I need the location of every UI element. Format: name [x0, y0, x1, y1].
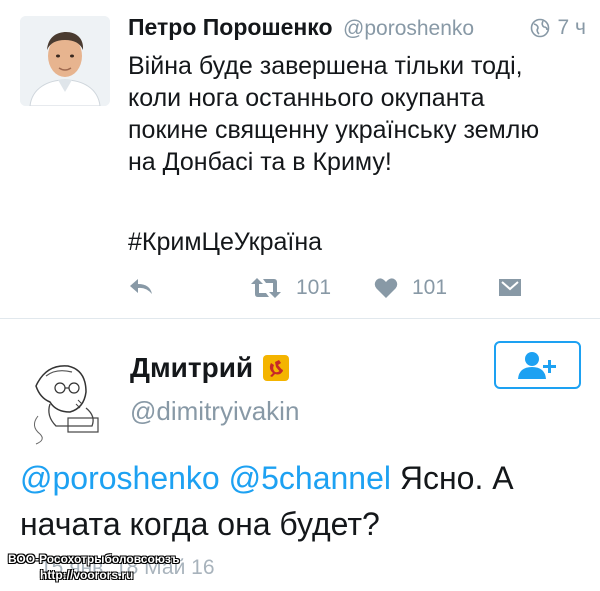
- retweet-button[interactable]: 101: [250, 276, 331, 300]
- tweet-card: Петро Порошенко @poroshenko 7 ч Війна бу…: [0, 0, 600, 318]
- mention-link[interactable]: @5channel: [229, 460, 391, 496]
- follow-icon: [517, 352, 556, 379]
- reply-button[interactable]: [128, 276, 154, 298]
- watermark-line: ВОО-Росохотрыболовсоюзъ: [8, 552, 180, 566]
- reply-author-handle[interactable]: @dimitryivakin: [130, 396, 299, 427]
- retweet-count: 101: [296, 276, 332, 299]
- author-name[interactable]: Петро Порошенко: [128, 14, 333, 40]
- tweet-meta: 7 ч: [530, 16, 586, 40]
- reply-icon: [130, 279, 152, 294]
- reply-author-name-text: Дмитрий: [130, 352, 254, 383]
- avatar-photo: [20, 16, 110, 106]
- retweet-icon: [251, 278, 281, 298]
- author-avatar[interactable]: [20, 16, 110, 106]
- tweet-text-line: на Донбасі та в Криму!: [128, 148, 392, 176]
- like-count: 101: [412, 276, 448, 299]
- direct-message-button[interactable]: [498, 276, 522, 298]
- tweet-text: Війна буде завершена тільки тоді, коли н…: [128, 50, 588, 178]
- heart-icon: [374, 278, 398, 298]
- avatar-sketch: [16, 346, 116, 446]
- tweet-time: 7 ч: [557, 16, 586, 39]
- inbox-icon: [499, 279, 521, 296]
- tweet-text-line: Війна буде завершена тільки тоді,: [128, 52, 523, 80]
- tweet-text-line: покине священну українську землю: [128, 116, 540, 144]
- hammer-sickle-emoji: [263, 355, 290, 381]
- author-handle[interactable]: @poroshenko: [343, 17, 474, 40]
- reply-text-line: @poroshenko @5channel Ясно. А: [20, 455, 590, 501]
- tweet-text-line: коли нога останнього окупанта: [128, 84, 485, 112]
- reply-author-name[interactable]: Дмитрий: [130, 352, 290, 384]
- hashtag-link[interactable]: #КримЦеУкраїна: [128, 226, 322, 258]
- like-button[interactable]: 101: [374, 276, 447, 300]
- reply-text-line: начата когда она будет?: [20, 506, 380, 542]
- hammer-sickle-icon: [270, 360, 284, 377]
- mention-link[interactable]: @poroshenko: [20, 460, 220, 496]
- watermark-url: http://voorors.ru: [40, 568, 134, 582]
- globe-icon: [530, 18, 549, 38]
- tweet-header: Петро Порошенко @poroshenko 7 ч: [128, 14, 586, 46]
- reply-text-fragment: Ясно. А: [399, 460, 514, 496]
- tweet-actions: 101 101: [0, 270, 600, 310]
- reply-text: @poroshenko @5channel Ясно. А начата ког…: [20, 455, 590, 547]
- divider: [0, 318, 600, 319]
- reply-author-avatar[interactable]: [16, 346, 116, 446]
- follow-button[interactable]: [494, 341, 581, 389]
